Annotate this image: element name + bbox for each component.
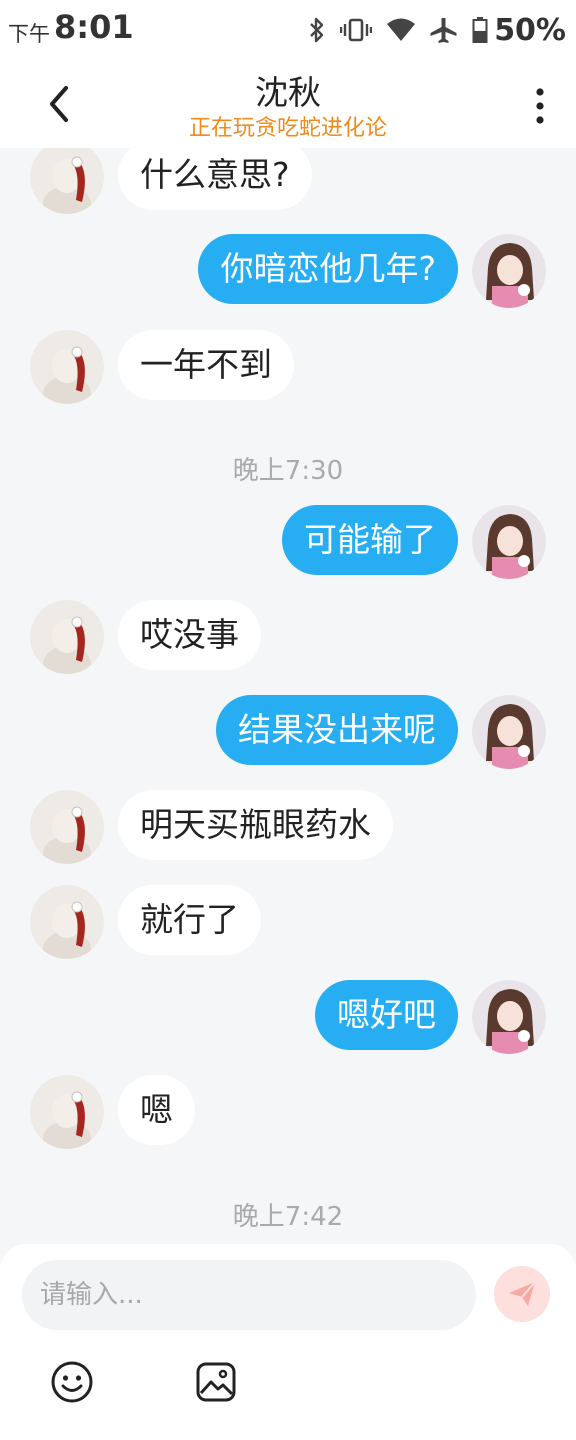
message-bubble-received[interactable]: 明天买瓶眼药水 bbox=[118, 790, 393, 860]
send-icon bbox=[509, 1281, 536, 1306]
message-row: 结果没出来呢 bbox=[0, 695, 576, 769]
more-vertical-icon bbox=[536, 88, 544, 124]
contact-avatar[interactable] bbox=[30, 790, 104, 864]
message-row: 明天买瓶眼药水 bbox=[0, 790, 576, 864]
my-avatar[interactable] bbox=[472, 234, 546, 308]
message-bubble-sent[interactable]: 你暗恋他几年? bbox=[198, 234, 458, 304]
image-icon bbox=[196, 1362, 236, 1402]
message-bubble-received[interactable]: 一年不到 bbox=[118, 330, 294, 400]
wifi-icon bbox=[387, 18, 416, 41]
message-row: 你暗恋他几年? bbox=[0, 234, 576, 308]
chat-header: 沈秋 正在玩贪吃蛇进化论 bbox=[0, 62, 576, 148]
message-row: 什么意思? bbox=[0, 148, 576, 214]
contact-avatar[interactable] bbox=[30, 148, 104, 214]
message-row: 就行了 bbox=[0, 885, 576, 959]
message-bubble-received[interactable]: 哎没事 bbox=[118, 600, 261, 670]
more-options-button[interactable] bbox=[530, 84, 550, 128]
image-button[interactable] bbox=[194, 1360, 238, 1404]
message-bubble-received[interactable]: 就行了 bbox=[118, 885, 261, 955]
message-row: 嗯好吧 bbox=[0, 980, 576, 1054]
message-bubble-sent[interactable]: 可能输了 bbox=[282, 505, 458, 575]
message-bubble-received[interactable]: 嗯 bbox=[118, 1075, 195, 1145]
emoji-button[interactable] bbox=[50, 1360, 94, 1404]
message-bubble-sent[interactable]: 嗯好吧 bbox=[315, 980, 458, 1050]
message-bubble-received[interactable]: 什么意思? bbox=[118, 148, 312, 210]
status-time-prefix: 下午 bbox=[8, 22, 50, 46]
vibrate-icon bbox=[340, 18, 373, 42]
my-avatar[interactable] bbox=[472, 980, 546, 1054]
battery-icon bbox=[472, 17, 488, 43]
message-row: 哎没事 bbox=[0, 600, 576, 674]
contact-avatar[interactable] bbox=[30, 600, 104, 674]
message-row: 可能输了 bbox=[0, 505, 576, 579]
bluetooth-icon bbox=[310, 17, 324, 43]
send-button[interactable] bbox=[494, 1266, 550, 1322]
message-row: 一年不到 bbox=[0, 330, 576, 404]
chat-timestamp: 晚上7:30 bbox=[232, 456, 344, 486]
chat-messages[interactable]: 什么意思? 你暗恋他几年? 一年不到 晚上7:30 可能输了 哎没事 结果没出来… bbox=[0, 148, 576, 1244]
contact-name: 沈秋 bbox=[255, 73, 321, 112]
input-panel bbox=[0, 1244, 576, 1440]
battery-percent: 50% bbox=[494, 12, 566, 48]
my-avatar[interactable] bbox=[472, 695, 546, 769]
emoji-icon bbox=[51, 1361, 93, 1403]
contact-avatar[interactable] bbox=[30, 885, 104, 959]
status-time: 8:01 bbox=[54, 8, 134, 46]
contact-avatar[interactable] bbox=[30, 330, 104, 404]
message-bubble-sent[interactable]: 结果没出来呢 bbox=[216, 695, 458, 765]
chat-timestamp: 晚上7:42 bbox=[232, 1202, 344, 1232]
message-row: 嗯 bbox=[0, 1075, 576, 1149]
airplane-icon bbox=[430, 18, 457, 43]
message-input[interactable] bbox=[22, 1260, 476, 1330]
my-avatar[interactable] bbox=[472, 505, 546, 579]
status-bar: 下午 8:01 50% bbox=[0, 0, 576, 62]
contact-status: 正在玩贪吃蛇进化论 bbox=[188, 116, 387, 141]
contact-avatar[interactable] bbox=[30, 1075, 104, 1149]
status-icons: 50% bbox=[308, 12, 566, 48]
